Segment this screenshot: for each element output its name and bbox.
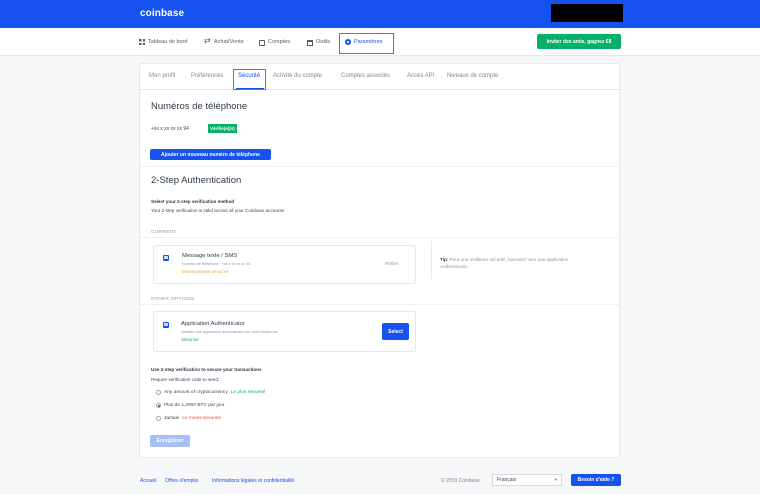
settings-card: Mon profil Préférences Sécurité Activité… [139, 63, 621, 458]
radio-button[interactable] [156, 390, 161, 395]
footer-link-legal[interactable]: Informations légales et confidentialité [212, 478, 294, 484]
add-phone-button[interactable]: Ajouter un nouveau numéro de téléphone [150, 149, 271, 160]
current-label: CURRENT [151, 230, 177, 235]
nav-buy-sell[interactable]: Achat/Vente [204, 36, 244, 47]
radio-note-most-secure: Le plus sécurisé [230, 390, 266, 395]
radio-label: Any amount of cryptocurrency [164, 390, 228, 395]
chevron-down-icon: ▾ [554, 477, 557, 483]
top-bar: coinbase [0, 0, 760, 28]
tip-label: Tip: [440, 257, 449, 262]
radio-button[interactable] [156, 416, 161, 421]
tab-api-access[interactable]: Accès API [407, 73, 434, 79]
nav-accounts-label: Comptes [268, 39, 291, 45]
radio-label: Plus de 1,2000 BTC par jour [164, 403, 225, 408]
toolbox-icon [307, 39, 313, 46]
tab-account-limits[interactable]: Niveaux de compte [447, 73, 498, 79]
highlight-settings [339, 33, 394, 54]
copyright: © 2019 Coinbase [441, 478, 480, 484]
tab-preferences[interactable]: Préférences [191, 73, 223, 79]
sms-phone-icon [163, 255, 169, 261]
divider [140, 237, 621, 238]
highlight-security-tab [233, 69, 266, 90]
security-tip: Tip: Pour une meilleure sécurité, bascul… [440, 256, 590, 270]
remove-method-link[interactable]: Retirer [385, 261, 399, 266]
footer-link-home[interactable]: Accueil [140, 478, 156, 484]
verified-badge: Vérifié(e)(s) [208, 124, 237, 133]
redacted-account-box [551, 4, 623, 22]
tab-profile[interactable]: Mon profil [149, 73, 175, 79]
divider [140, 166, 621, 167]
current-method-sub: Numéro de téléphone : +xx x xx xx xx 94 [182, 262, 251, 266]
language-select[interactable]: Français ▾ [492, 474, 562, 486]
radio-button-selected[interactable] [156, 403, 161, 408]
radio-label: Jamais [164, 416, 180, 421]
nav-accounts[interactable]: Comptes [259, 37, 290, 47]
dashboard-grid-icon [139, 39, 145, 45]
footer: Accueil Offres d'emploi Informations lég… [0, 466, 760, 494]
phones-title: Numéros de téléphone [151, 101, 248, 112]
authenticator-phone-icon [163, 322, 169, 328]
invite-friends-button[interactable]: Inviter des amis, gagnez €8 [537, 34, 621, 49]
nav-tools[interactable]: Outils [307, 37, 330, 47]
transactions-heading: Use 2-step verification to secure your t… [151, 367, 262, 372]
nav-tools-label: Outils [316, 39, 331, 45]
radio-option-over-limit[interactable]: Plus de 1,2000 BTC par jour [156, 403, 225, 408]
help-button[interactable]: Besoin d'aide ? [571, 474, 621, 486]
authenticator-status: Sécurisé [181, 337, 199, 342]
phone-number: +xx x xx xx xx 94 [151, 126, 189, 132]
tab-linked-accounts[interactable]: Comptes associés [341, 73, 390, 79]
radio-option-never[interactable]: Jamais Le moins sécurisé [156, 416, 221, 421]
transactions-sub: Require verification code to send: [151, 377, 220, 382]
nav-dashboard-label: Tableau de bord [148, 39, 188, 45]
tip-divider [431, 241, 432, 279]
coinbase-logo[interactable]: coinbase [140, 8, 184, 19]
settings-tabs: Mon profil Préférences Sécurité Activité… [140, 64, 621, 90]
save-button[interactable]: Enregistrer [150, 435, 190, 447]
select-method-heading: Select your 2-step verification method [151, 199, 235, 204]
authenticator-title: Application Authenticator [181, 321, 245, 327]
current-method-card: Message texte / SMS Numéro de téléphone … [153, 245, 416, 284]
radio-option-any-amount[interactable]: Any amount of cryptocurrency Le plus séc… [156, 390, 265, 395]
language-value: Français [497, 477, 517, 483]
current-method-title: Message texte / SMS [182, 253, 238, 259]
other-options-label: OTHER OPTIONS [151, 297, 195, 302]
select-authenticator-button[interactable]: Select [382, 323, 409, 340]
footer-link-jobs[interactable]: Offres d'emploi [165, 478, 198, 484]
current-method-status: Moyennement sécurisé [182, 269, 229, 274]
authenticator-sub: Installer une application Authenticator … [181, 330, 278, 334]
briefcase-icon [259, 39, 265, 46]
tab-account-activity[interactable]: Activité du compte [273, 73, 322, 79]
two-step-title: 2-Step Authentication [151, 175, 242, 186]
authenticator-option-card: Application Authenticator Installer une … [153, 311, 416, 352]
nav-dashboard[interactable]: Tableau de bord [139, 37, 187, 47]
nav-buy-sell-label: Achat/Vente [214, 39, 244, 45]
tip-text: Pour une meilleure sécurité, basculez ve… [440, 257, 569, 269]
swap-arrows-icon [204, 36, 211, 45]
divider [140, 304, 621, 305]
select-method-sub: Your 2-step verification is valid across… [151, 208, 285, 213]
radio-note-least-secure: Le moins sécurisé [182, 416, 221, 421]
